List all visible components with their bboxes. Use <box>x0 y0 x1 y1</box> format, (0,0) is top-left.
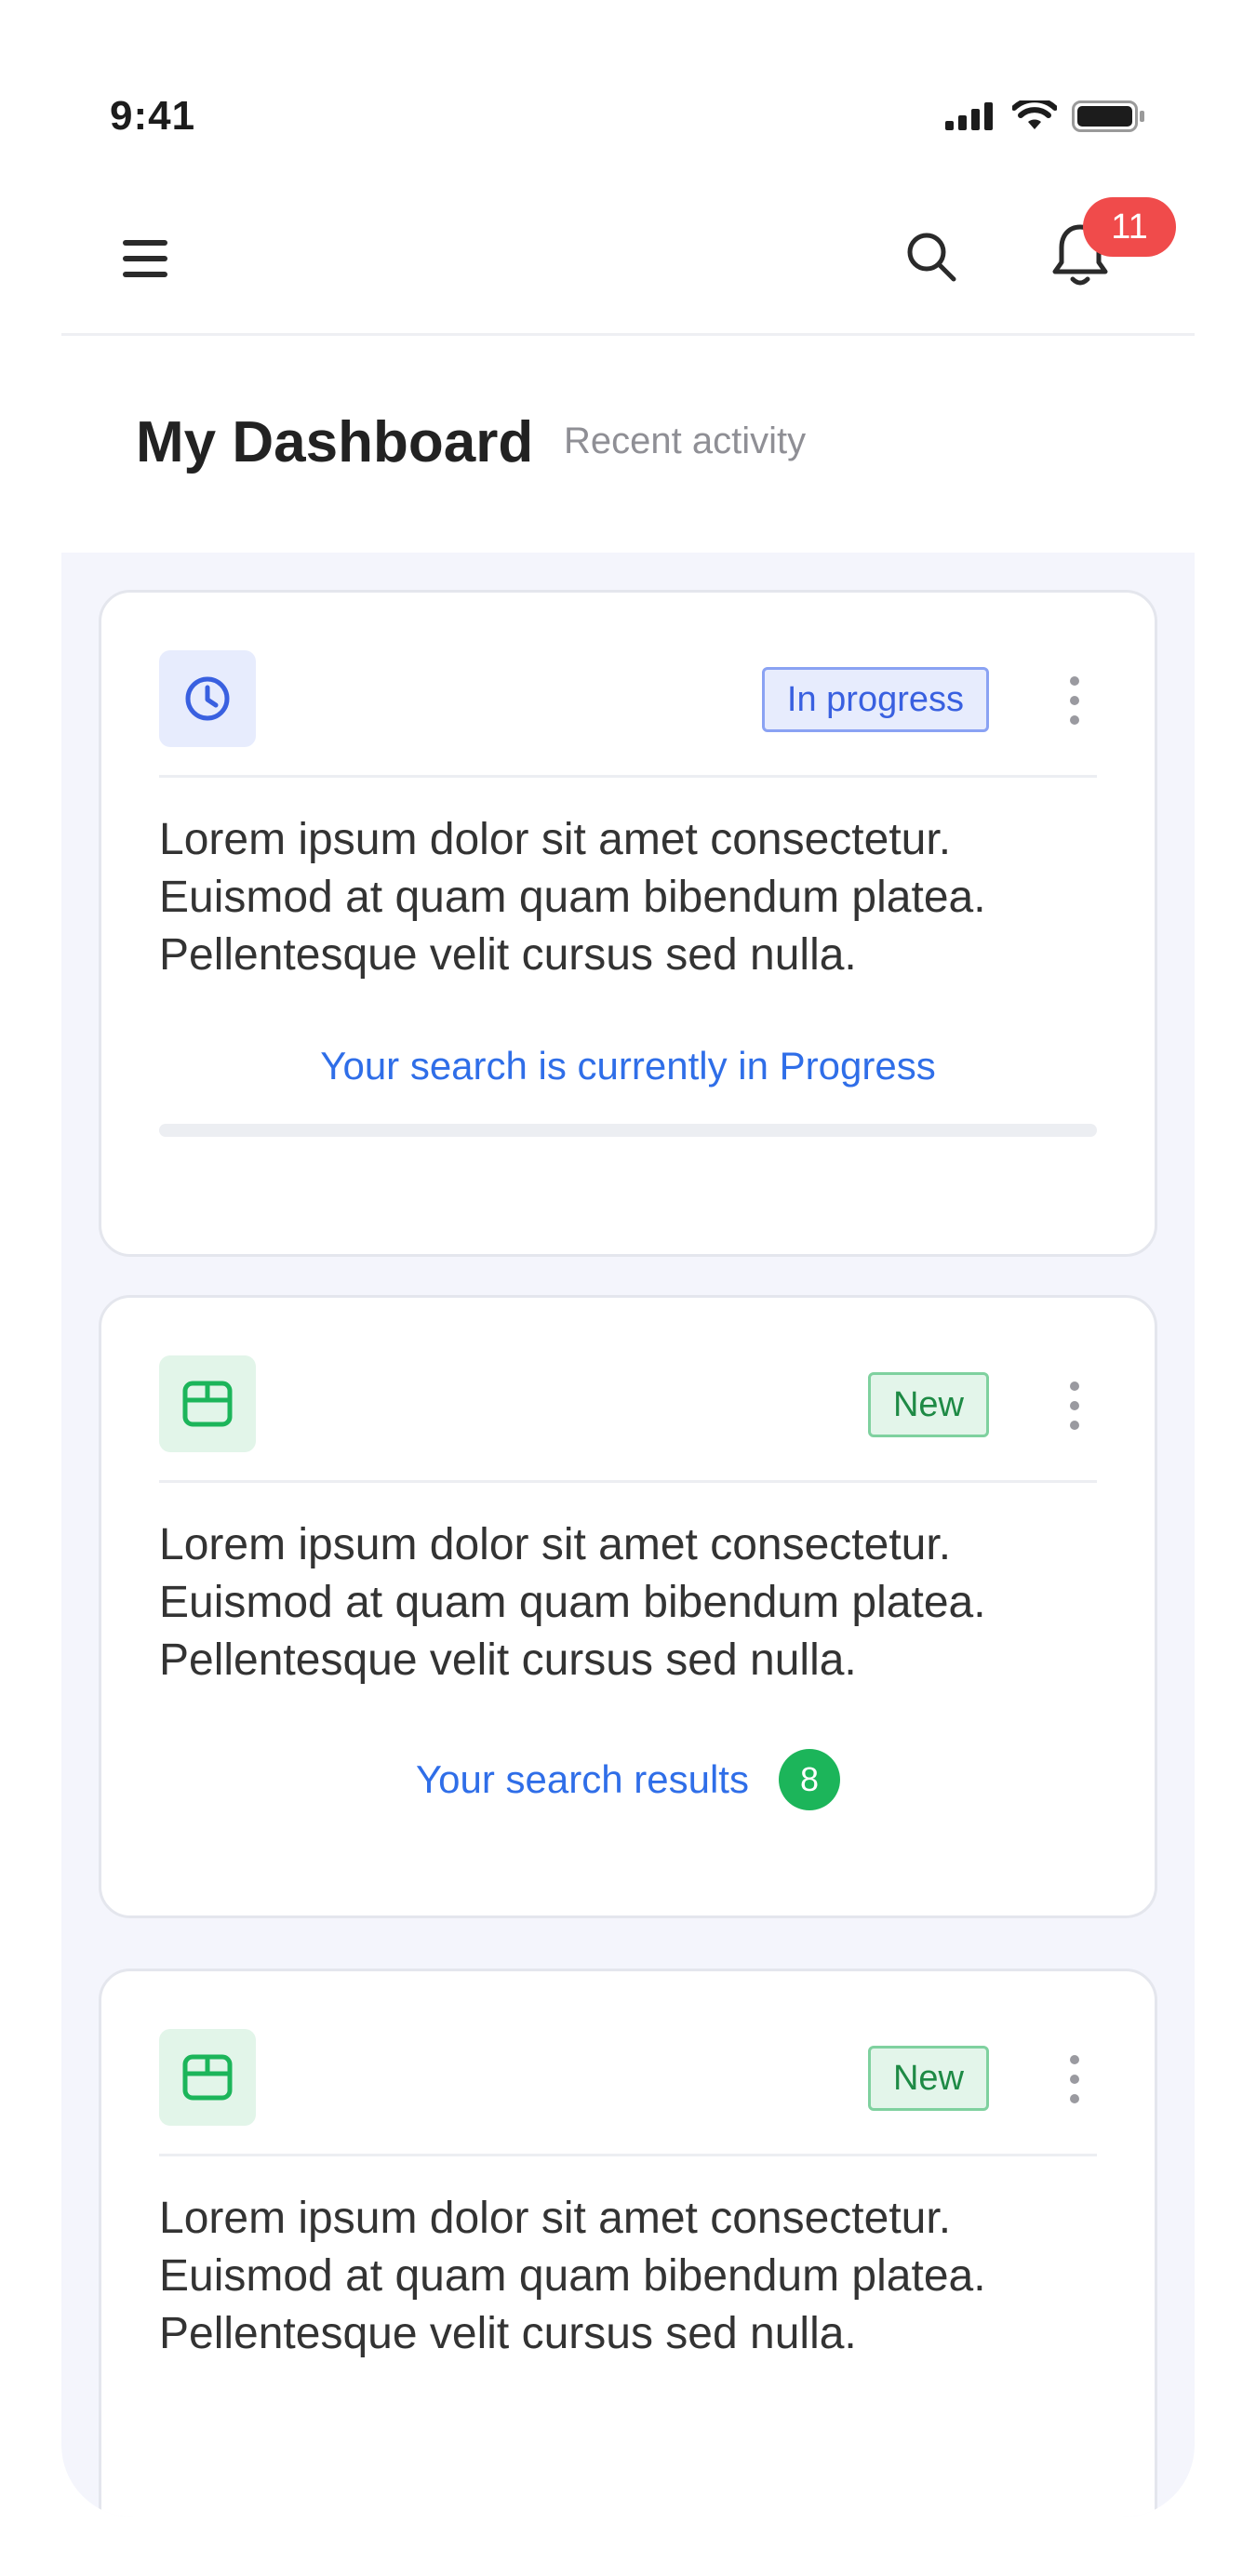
box-icon <box>159 1355 256 1452</box>
page-subtitle: Recent activity <box>564 420 807 461</box>
clock-icon <box>159 650 256 747</box>
activity-list: In progress Lorem ipsum dolor sit amet c… <box>61 553 1195 2517</box>
status-badge: New <box>867 1372 989 1437</box>
search-results-link[interactable]: Your search results 8 <box>101 1749 1155 1810</box>
status-badge: New <box>867 2046 989 2111</box>
card-description: Lorem ipsum dolor sit amet consectetur. … <box>159 815 986 980</box>
activity-card[interactable]: In progress Lorem ipsum dolor sit amet c… <box>99 590 1157 1257</box>
card-header: New <box>159 1298 1097 1483</box>
box-icon <box>159 2029 256 2126</box>
search-status-link[interactable]: Your search is currently in Progress <box>101 1044 1155 1088</box>
results-count-badge: 8 <box>778 1749 840 1810</box>
more-options-icon[interactable] <box>1067 1381 1082 1432</box>
phone-screen: 9:41 11 My Dashboard Recent activity In … <box>61 0 1195 2517</box>
cellular-signal-icon <box>945 102 993 130</box>
wifi-icon <box>1012 100 1057 129</box>
activity-card[interactable]: New Lorem ipsum dolor sit amet consectet… <box>99 1969 1157 2517</box>
status-time: 9:41 <box>110 93 196 139</box>
top-bar: 11 <box>61 177 1195 336</box>
notification-count-badge: 11 <box>1083 197 1176 257</box>
more-options-icon[interactable] <box>1067 676 1082 727</box>
search-results-label: Your search results <box>416 1757 749 1801</box>
card-header: In progress <box>159 593 1097 778</box>
card-description: Lorem ipsum dolor sit amet consectetur. … <box>159 2194 986 2358</box>
status-icons <box>945 100 1146 132</box>
activity-card[interactable]: New Lorem ipsum dolor sit amet consectet… <box>99 1295 1157 1918</box>
progress-bar <box>159 1124 1097 1137</box>
card-header: New <box>159 1971 1097 2156</box>
search-icon[interactable] <box>903 229 959 285</box>
card-description: Lorem ipsum dolor sit amet consectetur. … <box>159 1520 986 1685</box>
more-options-icon[interactable] <box>1067 2055 1082 2105</box>
battery-icon <box>1072 100 1144 132</box>
status-badge: In progress <box>761 667 989 732</box>
hamburger-menu-icon[interactable] <box>123 240 167 277</box>
page-title: My Dashboard <box>136 410 534 474</box>
